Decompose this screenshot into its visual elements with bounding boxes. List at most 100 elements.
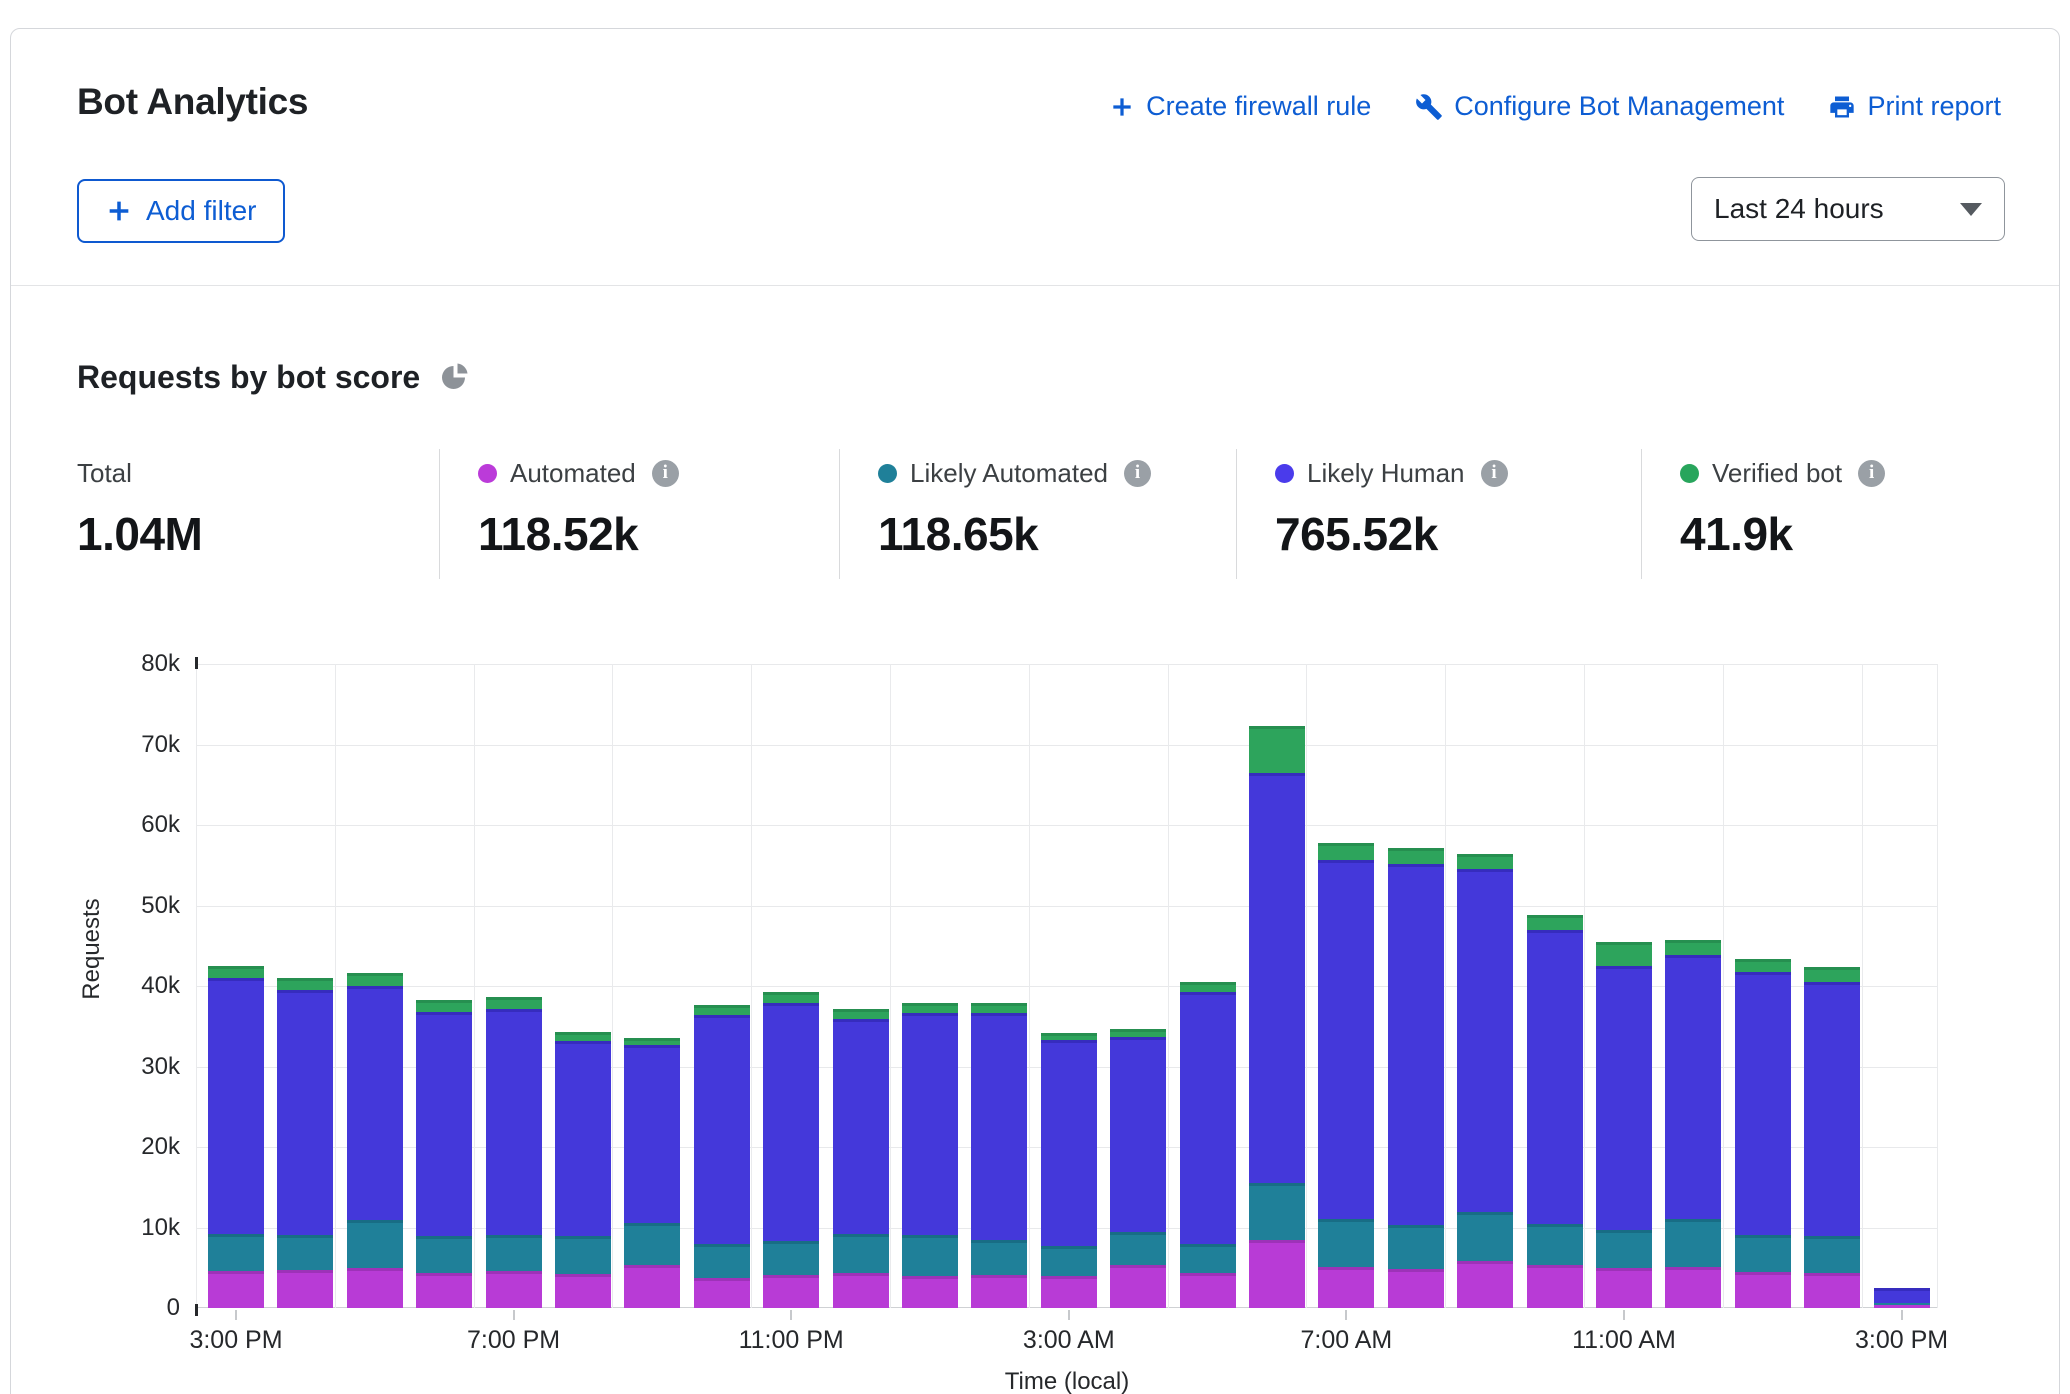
bar-segment-likely-automated[interactable] [1318,1219,1374,1267]
bar-segment-likely-automated[interactable] [277,1235,333,1270]
bar-segment-likely-automated[interactable] [1596,1230,1652,1268]
bar-segment-likely-human[interactable] [1874,1288,1930,1303]
bar-segment-automated[interactable] [694,1278,750,1308]
bar-segment-likely-human[interactable] [1388,864,1444,1225]
bar-segment-verified-bot[interactable] [555,1032,611,1041]
bar-segment-verified-bot[interactable] [1457,854,1513,869]
bar-segment-automated[interactable] [486,1271,542,1308]
bar-segment-likely-human[interactable] [902,1013,958,1235]
bar-segment-verified-bot[interactable] [1318,843,1374,861]
create-firewall-rule-link[interactable]: Create firewall rule [1109,91,1371,122]
stacked-bar[interactable] [1527,915,1583,1308]
stacked-bar[interactable] [694,1005,750,1308]
bar-segment-likely-human[interactable] [1596,966,1652,1230]
stacked-bar[interactable] [1318,843,1374,1308]
bar-segment-automated[interactable] [833,1273,889,1308]
stacked-bar[interactable] [1596,942,1652,1308]
bar-segment-likely-human[interactable] [1804,982,1860,1236]
bar-segment-automated[interactable] [1041,1276,1097,1308]
bar-segment-likely-human[interactable] [1735,972,1791,1234]
bar-segment-likely-automated[interactable] [1249,1183,1305,1239]
bar-segment-likely-human[interactable] [1665,955,1721,1219]
bar-segment-likely-automated[interactable] [1527,1224,1583,1265]
stacked-bar[interactable] [763,992,819,1308]
stacked-bar[interactable] [555,1032,611,1308]
add-filter-button[interactable]: Add filter [77,179,285,243]
bar-segment-verified-bot[interactable] [902,1003,958,1013]
bar-segment-likely-human[interactable] [1249,773,1305,1184]
info-icon[interactable] [1124,460,1151,487]
bar-segment-likely-automated[interactable] [694,1244,750,1278]
bar-segment-likely-human[interactable] [208,978,264,1234]
bar-segment-likely-human[interactable] [763,1003,819,1241]
bar-segment-likely-automated[interactable] [1457,1212,1513,1261]
bar-segment-verified-bot[interactable] [1110,1029,1166,1037]
bar-segment-verified-bot[interactable] [971,1003,1027,1013]
bar-segment-automated[interactable] [624,1265,680,1308]
bar-segment-automated[interactable] [416,1273,472,1308]
stacked-bar[interactable] [1110,1029,1166,1308]
stacked-bar[interactable] [971,1003,1027,1308]
stacked-bar[interactable] [208,966,264,1308]
bar-segment-likely-automated[interactable] [208,1234,264,1271]
stacked-bar[interactable] [277,978,333,1308]
bar-segment-automated[interactable] [1665,1267,1721,1308]
bar-segment-verified-bot[interactable] [1388,848,1444,865]
stacked-bar[interactable] [1665,940,1721,1308]
bar-segment-likely-automated[interactable] [971,1240,1027,1275]
bar-segment-likely-human[interactable] [347,986,403,1220]
bar-segment-verified-bot[interactable] [1041,1033,1097,1040]
stacked-bar[interactable] [486,997,542,1309]
bar-segment-likely-automated[interactable] [1665,1219,1721,1266]
bar-segment-automated[interactable] [1318,1267,1374,1308]
print-report-link[interactable]: Print report [1828,91,2001,122]
time-range-select[interactable]: Last 24 hours [1691,177,2005,241]
bar-segment-verified-bot[interactable] [347,973,403,986]
stacked-bar[interactable] [1180,982,1236,1308]
bar-segment-verified-bot[interactable] [1180,982,1236,992]
configure-bot-management-link[interactable]: Configure Bot Management [1415,91,1784,122]
stacked-bar[interactable] [1874,1288,1930,1308]
bar-segment-automated[interactable] [902,1276,958,1308]
bar-segment-likely-human[interactable] [971,1013,1027,1240]
bar-segment-verified-bot[interactable] [277,978,333,990]
bar-segment-likely-automated[interactable] [624,1223,680,1265]
stacked-bar[interactable] [1735,959,1791,1308]
bar-segment-verified-bot[interactable] [486,997,542,1009]
bar-segment-likely-automated[interactable] [763,1241,819,1275]
bar-segment-likely-automated[interactable] [416,1236,472,1274]
bar-segment-verified-bot[interactable] [1249,726,1305,773]
bar-segment-likely-human[interactable] [694,1015,750,1244]
bar-segment-likely-human[interactable] [1110,1037,1166,1233]
bar-segment-verified-bot[interactable] [208,966,264,978]
bar-segment-likely-human[interactable] [1527,930,1583,1224]
bar-segment-likely-human[interactable] [624,1045,680,1224]
stacked-bar[interactable] [1249,726,1305,1308]
bar-segment-likely-automated[interactable] [902,1235,958,1276]
bar-segment-verified-bot[interactable] [1804,967,1860,982]
bar-segment-automated[interactable] [763,1275,819,1308]
bar-segment-likely-human[interactable] [1457,869,1513,1212]
bar-segment-likely-automated[interactable] [1735,1235,1791,1272]
bar-segment-verified-bot[interactable] [1527,915,1583,930]
bar-segment-automated[interactable] [1388,1269,1444,1308]
bar-segment-likely-human[interactable] [277,990,333,1235]
bar-segment-verified-bot[interactable] [833,1009,889,1019]
stacked-bar[interactable] [1388,848,1444,1308]
stacked-bar[interactable] [416,1000,472,1308]
info-icon[interactable] [1481,460,1508,487]
bar-segment-likely-human[interactable] [1041,1040,1097,1246]
bar-segment-automated[interactable] [1110,1265,1166,1308]
bar-segment-likely-human[interactable] [416,1012,472,1236]
bar-segment-verified-bot[interactable] [1735,959,1791,973]
bar-segment-likely-automated[interactable] [555,1236,611,1274]
bar-segment-automated[interactable] [1804,1273,1860,1308]
bar-segment-likely-human[interactable] [1318,860,1374,1218]
bar-segment-likely-human[interactable] [555,1041,611,1237]
bar-segment-automated[interactable] [1457,1261,1513,1308]
bar-segment-verified-bot[interactable] [1596,942,1652,966]
bar-segment-likely-automated[interactable] [833,1234,889,1273]
bar-segment-likely-human[interactable] [486,1009,542,1235]
stacked-bar[interactable] [1041,1033,1097,1308]
bar-segment-likely-automated[interactable] [1180,1244,1236,1273]
